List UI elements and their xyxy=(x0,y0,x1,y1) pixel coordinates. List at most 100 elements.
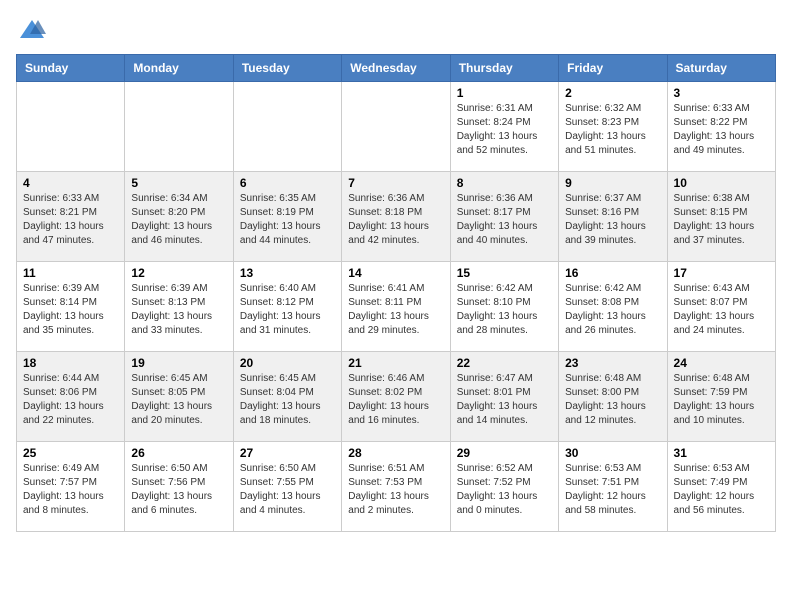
calendar-cell: 10 Sunrise: 6:38 AM Sunset: 8:15 PM Dayli… xyxy=(667,172,775,262)
day-number: 2 xyxy=(565,86,660,100)
day-number: 11 xyxy=(23,266,118,280)
day-info: Sunrise: 6:49 AM Sunset: 7:57 PM Dayligh… xyxy=(23,462,118,518)
day-info: Sunrise: 6:50 AM Sunset: 7:56 PM Dayligh… xyxy=(131,462,226,518)
day-info: Sunrise: 6:53 AM Sunset: 7:49 PM Dayligh… xyxy=(674,462,769,518)
day-number: 24 xyxy=(674,356,769,370)
day-info: Sunrise: 6:46 AM Sunset: 8:02 PM Dayligh… xyxy=(348,372,443,428)
day-number: 12 xyxy=(131,266,226,280)
day-number: 16 xyxy=(565,266,660,280)
day-number: 30 xyxy=(565,446,660,460)
day-info: Sunrise: 6:33 AM Sunset: 8:22 PM Dayligh… xyxy=(674,102,769,158)
week-row-5: 25 Sunrise: 6:49 AM Sunset: 7:57 PM Dayli… xyxy=(17,442,776,532)
day-info: Sunrise: 6:41 AM Sunset: 8:11 PM Dayligh… xyxy=(348,282,443,338)
week-row-2: 4 Sunrise: 6:33 AM Sunset: 8:21 PM Daylig… xyxy=(17,172,776,262)
calendar-cell: 30 Sunrise: 6:53 AM Sunset: 7:51 PM Dayli… xyxy=(559,442,667,532)
day-info: Sunrise: 6:39 AM Sunset: 8:14 PM Dayligh… xyxy=(23,282,118,338)
day-number: 13 xyxy=(240,266,335,280)
calendar-cell: 4 Sunrise: 6:33 AM Sunset: 8:21 PM Daylig… xyxy=(17,172,125,262)
day-number: 25 xyxy=(23,446,118,460)
calendar-cell xyxy=(125,82,233,172)
day-info: Sunrise: 6:36 AM Sunset: 8:18 PM Dayligh… xyxy=(348,192,443,248)
day-number: 14 xyxy=(348,266,443,280)
calendar-cell: 24 Sunrise: 6:48 AM Sunset: 7:59 PM Dayli… xyxy=(667,352,775,442)
day-number: 31 xyxy=(674,446,769,460)
day-number: 1 xyxy=(457,86,552,100)
page-header xyxy=(16,16,776,44)
calendar-cell: 19 Sunrise: 6:45 AM Sunset: 8:05 PM Dayli… xyxy=(125,352,233,442)
day-number: 28 xyxy=(348,446,443,460)
calendar-cell: 12 Sunrise: 6:39 AM Sunset: 8:13 PM Dayli… xyxy=(125,262,233,352)
day-number: 4 xyxy=(23,176,118,190)
calendar-cell: 11 Sunrise: 6:39 AM Sunset: 8:14 PM Dayli… xyxy=(17,262,125,352)
day-info: Sunrise: 6:39 AM Sunset: 8:13 PM Dayligh… xyxy=(131,282,226,338)
calendar-cell: 7 Sunrise: 6:36 AM Sunset: 8:18 PM Daylig… xyxy=(342,172,450,262)
day-info: Sunrise: 6:50 AM Sunset: 7:55 PM Dayligh… xyxy=(240,462,335,518)
day-info: Sunrise: 6:34 AM Sunset: 8:20 PM Dayligh… xyxy=(131,192,226,248)
calendar-cell: 31 Sunrise: 6:53 AM Sunset: 7:49 PM Dayli… xyxy=(667,442,775,532)
day-info: Sunrise: 6:38 AM Sunset: 8:15 PM Dayligh… xyxy=(674,192,769,248)
calendar-cell: 3 Sunrise: 6:33 AM Sunset: 8:22 PM Daylig… xyxy=(667,82,775,172)
calendar-cell: 20 Sunrise: 6:45 AM Sunset: 8:04 PM Dayli… xyxy=(233,352,341,442)
week-row-1: 1 Sunrise: 6:31 AM Sunset: 8:24 PM Daylig… xyxy=(17,82,776,172)
header-day-monday: Monday xyxy=(125,55,233,82)
calendar-cell: 17Sunrise: 6:43 AM Sunset: 8:07 PM Dayli… xyxy=(667,262,775,352)
day-info: Sunrise: 6:53 AM Sunset: 7:51 PM Dayligh… xyxy=(565,462,660,518)
calendar-cell: 27 Sunrise: 6:50 AM Sunset: 7:55 PM Dayli… xyxy=(233,442,341,532)
day-number: 3 xyxy=(674,86,769,100)
day-number: 23 xyxy=(565,356,660,370)
calendar-cell xyxy=(233,82,341,172)
day-info: Sunrise: 6:31 AM Sunset: 8:24 PM Dayligh… xyxy=(457,102,552,158)
day-number: 26 xyxy=(131,446,226,460)
day-info: Sunrise: 6:48 AM Sunset: 8:00 PM Dayligh… xyxy=(565,372,660,428)
calendar-cell: 26 Sunrise: 6:50 AM Sunset: 7:56 PM Dayli… xyxy=(125,442,233,532)
day-info: Sunrise: 6:48 AM Sunset: 7:59 PM Dayligh… xyxy=(674,372,769,428)
calendar-cell: 1 Sunrise: 6:31 AM Sunset: 8:24 PM Daylig… xyxy=(450,82,558,172)
day-info: Sunrise: 6:33 AM Sunset: 8:21 PM Dayligh… xyxy=(23,192,118,248)
header-day-thursday: Thursday xyxy=(450,55,558,82)
day-info: Sunrise: 6:45 AM Sunset: 8:04 PM Dayligh… xyxy=(240,372,335,428)
header-day-saturday: Saturday xyxy=(667,55,775,82)
header-day-sunday: Sunday xyxy=(17,55,125,82)
header-day-friday: Friday xyxy=(559,55,667,82)
day-info: Sunrise: 6:42 AM Sunset: 8:08 PM Dayligh… xyxy=(565,282,660,338)
day-number: 29 xyxy=(457,446,552,460)
day-info: Sunrise: 6:51 AM Sunset: 7:53 PM Dayligh… xyxy=(348,462,443,518)
calendar-cell: 28 Sunrise: 6:51 AM Sunset: 7:53 PM Dayli… xyxy=(342,442,450,532)
calendar-cell: 9 Sunrise: 6:37 AM Sunset: 8:16 PM Daylig… xyxy=(559,172,667,262)
day-number: 15 xyxy=(457,266,552,280)
day-number: 22 xyxy=(457,356,552,370)
calendar-cell: 22 Sunrise: 6:47 AM Sunset: 8:01 PM Dayli… xyxy=(450,352,558,442)
day-number: 5 xyxy=(131,176,226,190)
calendar-cell: 15Sunrise: 6:42 AM Sunset: 8:10 PM Dayli… xyxy=(450,262,558,352)
calendar-table: SundayMondayTuesdayWednesdayThursdayFrid… xyxy=(16,54,776,532)
day-info: Sunrise: 6:44 AM Sunset: 8:06 PM Dayligh… xyxy=(23,372,118,428)
day-number: 10 xyxy=(674,176,769,190)
header-day-tuesday: Tuesday xyxy=(233,55,341,82)
day-info: Sunrise: 6:32 AM Sunset: 8:23 PM Dayligh… xyxy=(565,102,660,158)
calendar-cell xyxy=(17,82,125,172)
day-info: Sunrise: 6:45 AM Sunset: 8:05 PM Dayligh… xyxy=(131,372,226,428)
day-number: 8 xyxy=(457,176,552,190)
day-info: Sunrise: 6:37 AM Sunset: 8:16 PM Dayligh… xyxy=(565,192,660,248)
day-number: 21 xyxy=(348,356,443,370)
day-number: 27 xyxy=(240,446,335,460)
day-number: 20 xyxy=(240,356,335,370)
calendar-cell: 2 Sunrise: 6:32 AM Sunset: 8:23 PM Daylig… xyxy=(559,82,667,172)
calendar-cell: 6Sunrise: 6:35 AM Sunset: 8:19 PM Daylig… xyxy=(233,172,341,262)
day-number: 19 xyxy=(131,356,226,370)
day-number: 18 xyxy=(23,356,118,370)
day-info: Sunrise: 6:47 AM Sunset: 8:01 PM Dayligh… xyxy=(457,372,552,428)
day-number: 7 xyxy=(348,176,443,190)
day-info: Sunrise: 6:43 AM Sunset: 8:07 PM Dayligh… xyxy=(674,282,769,338)
day-info: Sunrise: 6:52 AM Sunset: 7:52 PM Dayligh… xyxy=(457,462,552,518)
week-row-3: 11 Sunrise: 6:39 AM Sunset: 8:14 PM Dayli… xyxy=(17,262,776,352)
calendar-cell: 14 Sunrise: 6:41 AM Sunset: 8:11 PM Dayli… xyxy=(342,262,450,352)
calendar-cell: 8Sunrise: 6:36 AM Sunset: 8:17 PM Daylig… xyxy=(450,172,558,262)
logo xyxy=(16,16,46,44)
header-row: SundayMondayTuesdayWednesdayThursdayFrid… xyxy=(17,55,776,82)
day-info: Sunrise: 6:40 AM Sunset: 8:12 PM Dayligh… xyxy=(240,282,335,338)
day-number: 9 xyxy=(565,176,660,190)
calendar-cell xyxy=(342,82,450,172)
calendar-cell: 16 Sunrise: 6:42 AM Sunset: 8:08 PM Dayli… xyxy=(559,262,667,352)
calendar-cell: 29 Sunrise: 6:52 AM Sunset: 7:52 PM Dayli… xyxy=(450,442,558,532)
